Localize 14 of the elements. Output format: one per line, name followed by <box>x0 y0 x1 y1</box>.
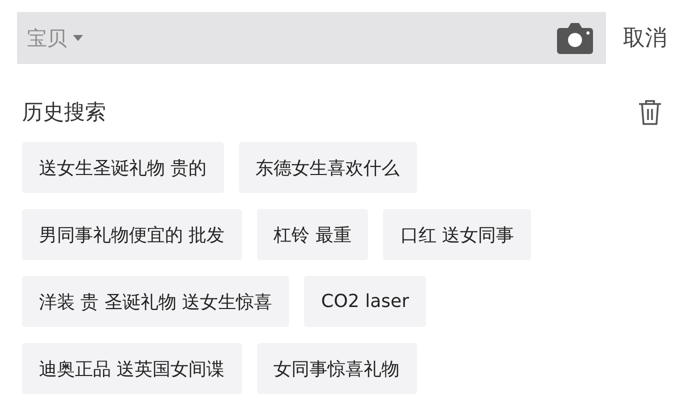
history-tag[interactable]: CO2 laser <box>304 276 426 327</box>
camera-icon[interactable] <box>556 22 594 54</box>
history-tag[interactable]: 女同事惊喜礼物 <box>256 343 417 394</box>
history-tag[interactable]: 男同事礼物便宜的 批发 <box>22 209 242 260</box>
history-tag[interactable]: 东德女生喜欢什么 <box>238 142 417 193</box>
history-tag[interactable]: 送女生圣诞礼物 贵的 <box>22 142 224 193</box>
history-tag[interactable]: 洋装 贵 圣诞礼物 送女生惊喜 <box>22 276 290 327</box>
section-title: 历史搜索 <box>22 99 106 126</box>
history-tag[interactable]: 杠铃 最重 <box>256 209 368 260</box>
trash-icon[interactable] <box>638 99 662 125</box>
history-tag[interactable]: 迪奥正品 送英国女间谍 <box>22 343 242 394</box>
history-tag[interactable]: 口红 送女同事 <box>383 209 532 260</box>
caret-icon <box>73 35 83 41</box>
cancel-button[interactable]: 取消 <box>623 23 667 53</box>
